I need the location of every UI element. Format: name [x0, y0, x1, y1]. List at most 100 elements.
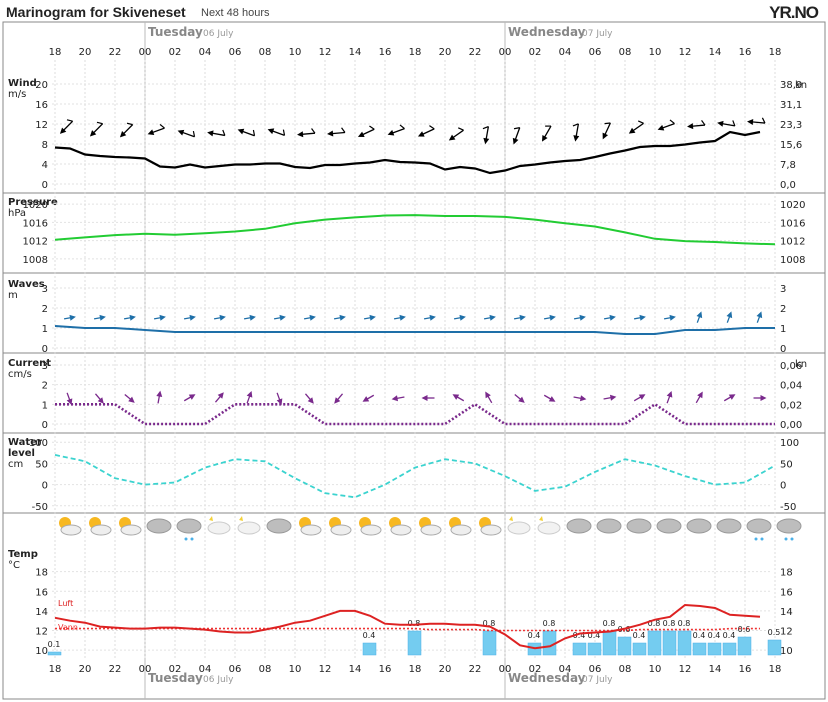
- cloud-icon: [176, 518, 202, 534]
- precip-label: 0.5: [768, 628, 781, 637]
- cloud-icon: [420, 524, 442, 536]
- wind-arrow: [628, 120, 644, 134]
- y-tick-label: 3: [42, 284, 48, 295]
- day-date: 07 July: [582, 29, 613, 39]
- y-tick-label: 12: [35, 627, 48, 638]
- precip-bar: [602, 630, 617, 656]
- wind-line: [54, 130, 761, 175]
- hour-label: 14: [709, 664, 722, 675]
- cloud-weather-icon: [686, 518, 712, 534]
- cloud-icon: [507, 521, 531, 535]
- arrowhead: [129, 314, 136, 321]
- wave-arrow: [663, 314, 676, 321]
- wind-arrow: [89, 121, 104, 137]
- arrowhead: [309, 314, 316, 321]
- cloud-weather-icon: [596, 518, 622, 534]
- arrowhead: [391, 395, 399, 402]
- hour-label: 14: [349, 664, 362, 675]
- precip-label: 0.8: [678, 619, 691, 628]
- light-weather-icon: [537, 516, 561, 535]
- current-arrow: [514, 393, 525, 403]
- hour-label: 08: [259, 47, 272, 58]
- wind-arrow: [177, 129, 196, 138]
- cloud-icon: [626, 518, 652, 534]
- wave-arrow: [213, 314, 226, 321]
- precip-bar: [482, 630, 497, 656]
- y-tick-label: 18: [35, 568, 48, 579]
- hour-label: 06: [589, 47, 602, 58]
- arrowhead: [573, 135, 580, 142]
- light-weather-icon: [207, 516, 231, 535]
- precip-bar: [737, 636, 752, 656]
- hour-label: 16: [379, 664, 392, 675]
- hour-label: 06: [229, 47, 242, 58]
- y-tick-label-right: 100: [780, 438, 799, 449]
- hour-label: 08: [619, 664, 632, 675]
- hour-label: 04: [199, 664, 212, 675]
- day-name: Wednesday: [508, 25, 586, 39]
- sun-weather-icon: [419, 517, 442, 536]
- hour-label: 14: [349, 47, 362, 58]
- hour-label: 20: [439, 47, 452, 58]
- cloud-weather-icon: [146, 518, 172, 534]
- wave-arrow: [333, 314, 346, 321]
- cloud-weather-icon: [266, 518, 292, 534]
- arrowhead: [237, 128, 245, 135]
- current-arrow: [695, 391, 703, 404]
- sun-icon: [209, 516, 213, 521]
- arrowhead: [327, 130, 334, 137]
- wind-arrow: [147, 123, 165, 136]
- y-tick-label: 4: [42, 160, 48, 171]
- arrowhead: [297, 131, 304, 138]
- hour-label: 16: [379, 47, 392, 58]
- hour-label: 22: [109, 47, 122, 58]
- arrowhead: [267, 128, 275, 135]
- arrowhead: [687, 123, 694, 130]
- hour-label: 04: [199, 47, 212, 58]
- y-tick-label-right: 0,0: [780, 180, 796, 191]
- hour-label: 12: [679, 664, 692, 675]
- raindrop-icon: [784, 537, 788, 541]
- sun-weather-icon: [359, 517, 382, 536]
- arrowhead: [249, 314, 256, 321]
- wave-arrow: [393, 314, 406, 321]
- y-tick-label-right: 18: [780, 568, 793, 579]
- sun-weather-icon: [299, 517, 322, 536]
- y-tick-label: 16: [35, 587, 48, 598]
- cloud-icon: [566, 518, 592, 534]
- y-tick-label: 100: [29, 438, 48, 449]
- precip-label: 0.4: [528, 631, 541, 640]
- y-tick-label-right: 0: [780, 344, 786, 355]
- cloud-icon: [686, 518, 712, 534]
- hour-label: 02: [169, 664, 182, 675]
- hour-label: 20: [79, 47, 92, 58]
- y-tick-label-right: 1008: [780, 255, 805, 266]
- current-arrow: [485, 391, 493, 404]
- temp-unit: °C: [8, 560, 20, 571]
- day-date: 07 July: [582, 675, 613, 685]
- hour-label: 18: [769, 47, 782, 58]
- arrowhead: [147, 129, 155, 136]
- sun-weather-icon: [329, 517, 352, 536]
- arrowhead: [657, 124, 665, 131]
- waves-label: Waves: [8, 279, 45, 290]
- precip-bar: [767, 639, 782, 656]
- hour-label: 00: [139, 664, 152, 675]
- raindrop-icon: [760, 537, 764, 541]
- precip-bar: [407, 630, 422, 656]
- cloud-icon: [537, 521, 561, 535]
- arrowhead: [638, 394, 646, 400]
- arrowhead: [159, 314, 166, 321]
- raindrop-icon: [184, 537, 188, 541]
- wave-arrow: [696, 311, 703, 323]
- y-tick-label-right: 0,02: [780, 400, 802, 411]
- arrowhead: [549, 314, 556, 321]
- y-tick-label: 1008: [23, 255, 48, 266]
- wave-arrow: [183, 314, 196, 321]
- current-arrow: [666, 390, 673, 404]
- arrowhead: [421, 395, 428, 401]
- y-tick-label: 1012: [23, 237, 48, 248]
- arrowhead: [666, 390, 673, 398]
- legend-water: Vann: [58, 623, 78, 632]
- arrowhead: [696, 311, 703, 319]
